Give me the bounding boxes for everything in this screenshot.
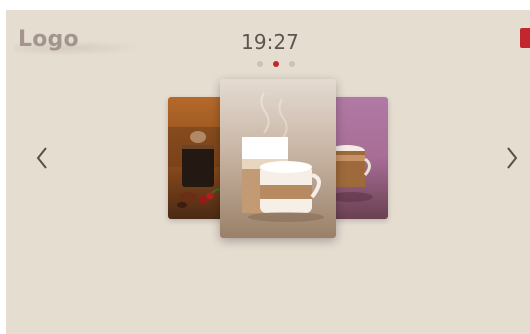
beverage-card-cappuccino[interactable] <box>220 79 336 238</box>
cappuccino-image <box>242 92 324 222</box>
page-dot-1 <box>257 61 263 67</box>
page-dot-2-active <box>273 61 279 67</box>
status-indicator <box>520 28 530 48</box>
espresso-image <box>168 127 224 208</box>
beverage-card-coffee[interactable] <box>333 97 388 219</box>
chevron-right-icon <box>507 147 518 169</box>
brand-logo: Logo <box>18 27 79 52</box>
clock: 19:27 <box>241 30 299 54</box>
chevron-left-icon <box>36 147 47 169</box>
page-indicator <box>256 61 300 69</box>
previous-button[interactable] <box>33 143 53 173</box>
coffee-cup-image <box>333 145 373 202</box>
next-button[interactable] <box>502 143 522 173</box>
page-dot-3 <box>289 61 295 67</box>
beverage-card-espresso[interactable] <box>168 97 224 219</box>
